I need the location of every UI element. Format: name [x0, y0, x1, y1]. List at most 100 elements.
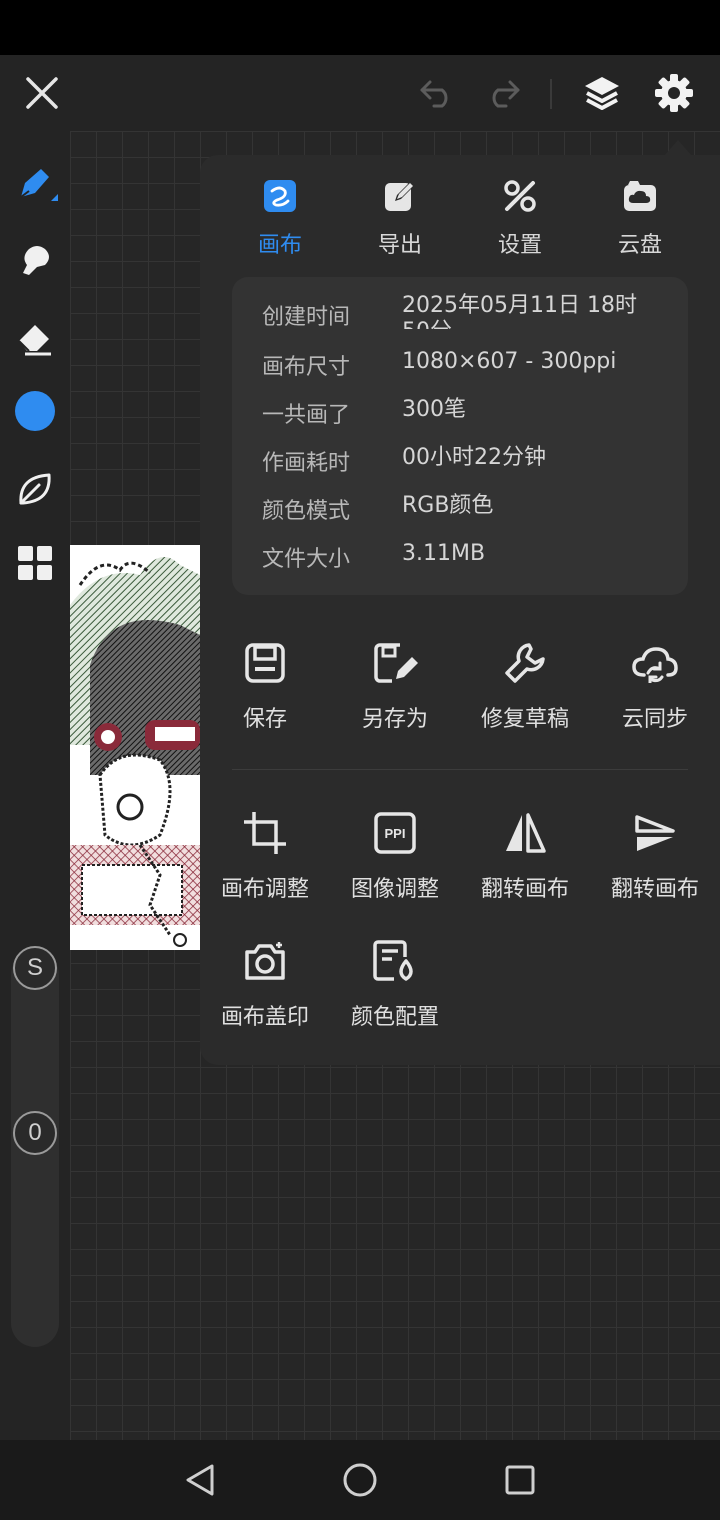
tab-settings-label: 设置	[497, 233, 542, 258]
current-color-swatch	[15, 391, 55, 431]
repair-draft-label: 修复草稿	[480, 707, 569, 732]
save-button[interactable]: 保存	[200, 635, 330, 745]
info-label: 创建时间	[262, 305, 351, 330]
cloud-sync-icon	[632, 647, 678, 683]
save-as-button[interactable]: 另存为	[330, 635, 460, 745]
gear-icon	[655, 74, 693, 112]
menu-caret	[664, 140, 692, 156]
nav-home-button[interactable]	[320, 1440, 400, 1520]
canvas-stamp-button[interactable]: 画布盖印	[200, 933, 330, 1043]
layers-button[interactable]	[572, 55, 632, 131]
canvas-adjust-label: 画布调整	[220, 877, 309, 902]
color-profile-icon	[373, 940, 413, 981]
gallery-button[interactable]	[0, 533, 70, 593]
info-label: 颜色模式	[262, 499, 351, 524]
color-config-button[interactable]: 颜色配置	[330, 933, 460, 1043]
tab-canvas-label: 画布	[257, 233, 302, 258]
back-triangle-icon	[186, 1464, 214, 1496]
close-icon	[26, 77, 58, 109]
save-as-icon	[374, 643, 418, 683]
canvas-menu-panel: 画布 导出 设置 云盘 创建时间 2025年05月11日 18时 画布尺寸 10…	[200, 155, 720, 1065]
cloud-sync-label: 云同步	[621, 707, 688, 732]
info-value: 1080×607 - 300ppi	[402, 349, 617, 374]
tab-cloud[interactable]: 云盘	[580, 175, 700, 265]
grid-icon	[18, 546, 52, 580]
settings-button[interactable]	[644, 55, 704, 131]
pen-tool-button[interactable]	[0, 153, 70, 213]
opacity-badge: 0	[13, 1111, 57, 1155]
image-adjust-label: 图像调整	[350, 877, 439, 902]
smudge-tool-button[interactable]	[0, 231, 70, 291]
info-row-size: 画布尺寸 1080×607 - 300ppi	[262, 349, 682, 389]
repair-draft-button[interactable]: 修复草稿	[460, 635, 590, 745]
nav-back-button[interactable]	[160, 1440, 240, 1520]
flip-vertical-icon	[635, 815, 675, 851]
nav-recents-button[interactable]	[480, 1440, 560, 1520]
info-row-color-mode: 颜色模式 RGB颜色	[262, 493, 682, 533]
tab-canvas[interactable]: 画布	[220, 175, 340, 265]
export-edit-icon	[385, 181, 415, 211]
info-value: 2025年05月11日 18时50分	[402, 293, 637, 329]
artwork-preview	[70, 545, 200, 950]
canvas-tab-icon	[264, 180, 296, 212]
tab-export-label: 导出	[377, 233, 422, 258]
tab-cloud-label: 云盘	[617, 233, 662, 258]
save-label: 保存	[242, 707, 287, 732]
toolbar-divider	[550, 79, 552, 109]
close-button[interactable]	[12, 55, 72, 131]
eraser-tool-button[interactable]	[0, 307, 70, 367]
info-label: 一共画了	[262, 403, 351, 428]
save-as-label: 另存为	[361, 707, 428, 732]
tools-icon	[504, 180, 536, 212]
info-label: 文件大小	[262, 547, 351, 572]
undo-button[interactable]	[410, 55, 466, 131]
info-value: 00小时22分钟	[402, 445, 546, 470]
redo-button[interactable]	[474, 55, 530, 131]
ppi-icon: PPI	[374, 812, 416, 854]
flip-horizontal-icon	[506, 813, 546, 853]
info-value: 3.11MB	[402, 541, 486, 566]
info-value: 300笔	[402, 397, 466, 422]
info-row-strokes: 一共画了 300笔	[262, 397, 682, 437]
layers-icon	[585, 77, 619, 110]
info-label: 画布尺寸	[262, 355, 351, 380]
wrench-icon	[505, 643, 545, 683]
cloud-sync-button[interactable]: 云同步	[590, 635, 720, 745]
info-value: RGB颜色	[402, 493, 494, 518]
home-circle-icon	[343, 1463, 377, 1497]
color-config-label: 颜色配置	[350, 1005, 439, 1030]
camera-icon	[245, 942, 285, 980]
image-adjust-button[interactable]: PPI 图像调整	[330, 805, 460, 915]
smudge-icon	[23, 246, 49, 275]
pen-submenu-indicator	[51, 194, 58, 201]
status-bar	[0, 0, 720, 55]
flip-canvas-vertical-button[interactable]: 翻转画布	[590, 805, 720, 915]
leaf-icon	[19, 473, 51, 505]
left-toolbar: S 0	[0, 131, 70, 1440]
flip-canvas-horizontal-button[interactable]: 翻转画布	[460, 805, 590, 915]
info-row-duration: 作画耗时 00小时22分钟	[262, 445, 682, 485]
canvas-stamp-label: 画布盖印	[220, 1005, 309, 1030]
pen-icon	[20, 169, 49, 198]
info-row-file-size: 文件大小 3.11MB	[262, 541, 682, 581]
tab-settings[interactable]: 设置	[460, 175, 580, 265]
recents-square-icon	[505, 1465, 535, 1495]
flip-canvas-horizontal-label: 翻转画布	[480, 877, 569, 902]
undo-icon	[420, 80, 448, 108]
canvas-info-card: 创建时间 2025年05月11日 18时50分 画布尺寸 1080×607 - …	[232, 277, 688, 595]
eraser-icon	[18, 325, 51, 356]
save-icon	[245, 643, 285, 683]
flip-canvas-vertical-label: 翻转画布	[610, 877, 699, 902]
canvas-adjust-button[interactable]: 画布调整	[200, 805, 330, 915]
top-toolbar	[0, 55, 720, 131]
brush-size-badge: S	[13, 946, 57, 990]
tab-export[interactable]: 导出	[340, 175, 460, 265]
info-label: 作画耗时	[262, 451, 351, 476]
cloud-drive-icon	[624, 181, 656, 211]
redo-icon	[492, 80, 520, 108]
shape-tool-button[interactable]	[0, 459, 70, 519]
color-picker-button[interactable]	[0, 381, 70, 441]
menu-divider	[232, 769, 688, 770]
crop-icon	[244, 812, 286, 854]
system-nav-bar	[0, 1440, 720, 1520]
